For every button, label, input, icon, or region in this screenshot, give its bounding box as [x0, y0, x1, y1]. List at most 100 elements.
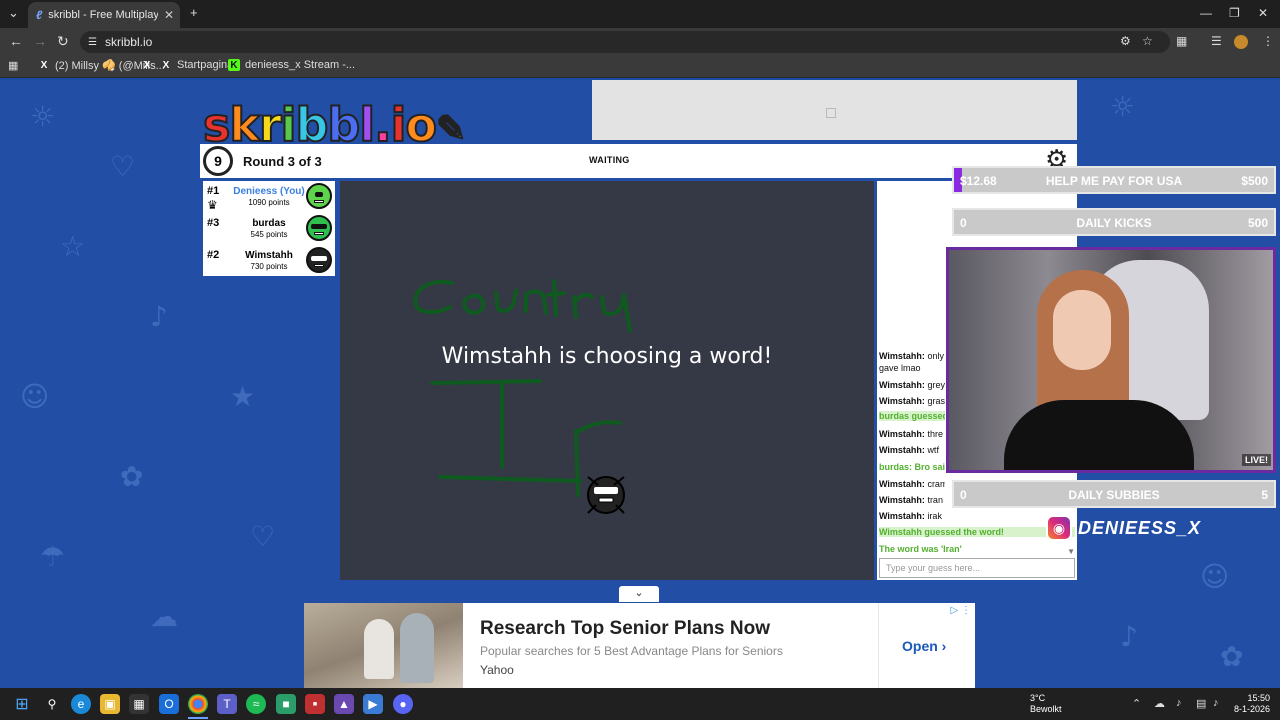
windows-start-icon[interactable]: ⊞ — [12, 694, 32, 714]
system-clock[interactable]: 15:50 8-1-2026 — [1230, 693, 1270, 715]
ad-title[interactable]: Research Top Senior Plans Now — [480, 618, 770, 640]
player-avatar-icon — [306, 183, 332, 209]
edge-icon[interactable]: e — [71, 694, 91, 714]
bookmark-label: denieess_x Stream -... — [245, 59, 356, 71]
chat-author: Wimstahh: — [879, 495, 925, 505]
back-icon[interactable]: ← — [9, 33, 23, 49]
crown-icon: ♛ — [207, 198, 218, 212]
chat-author: Wimstahh: — [879, 351, 925, 361]
network-icon[interactable]: ▤ — [1196, 697, 1206, 710]
chat-author: Wimstahh: — [879, 396, 925, 406]
live-badge: LIVE! — [1241, 454, 1271, 466]
kicks-goal-bar: 0 DAILY KICKS 500 — [952, 208, 1276, 236]
clock-time: 15:50 — [1247, 693, 1270, 703]
volume-icon[interactable]: ♪ — [1213, 697, 1219, 709]
onedrive-icon[interactable]: ☁ — [1154, 697, 1165, 710]
close-tab-icon[interactable]: ✕ — [164, 8, 180, 22]
spotify-icon[interactable]: ≈ — [246, 694, 266, 714]
ad-source: Yahoo — [480, 663, 514, 677]
player-avatar-icon — [306, 247, 332, 273]
drawing-canvas[interactable]: Wimstahh is choosing a word! — [340, 181, 874, 580]
doodle-note-icon: ♪ — [1120, 620, 1138, 653]
reading-list-icon[interactable]: ☰ — [1211, 34, 1222, 48]
tab-search-icon[interactable]: ⌄ — [8, 5, 19, 21]
subs-goal-bar: 0 DAILY SUBBIES 5 — [952, 480, 1276, 508]
site-info-icon[interactable]: ☰ — [88, 37, 97, 48]
previous-drawing — [413, 279, 632, 497]
file-explorer-icon[interactable]: ▣ — [100, 694, 120, 714]
bookmark-kick-stream[interactable]: K denieess_x Stream -... — [228, 59, 355, 71]
apps-grid-icon[interactable]: ▦ — [8, 59, 18, 72]
browser-tab[interactable]: ℓ skribbl - Free Multiplayer Draw... ✕ — [28, 2, 180, 28]
app-icon[interactable]: ■ — [276, 694, 296, 714]
chat-message: Wimstahh: only — [879, 351, 945, 361]
address-bar[interactable]: ☰ skribbl.io — [80, 31, 1170, 53]
chat-message: The word was 'Iran' — [879, 544, 1075, 554]
adchoices-icon[interactable]: ▷ ⋮ — [951, 605, 971, 616]
chat-text: wtf — [927, 445, 939, 455]
weather-widget[interactable]: 3°C Bewolkt — [1030, 693, 1062, 715]
timer-value: 9 — [214, 153, 222, 169]
ad-subtitle: Popular searches for 5 Best Advantage Pl… — [480, 644, 783, 658]
restore-icon[interactable]: ❐ — [1229, 6, 1240, 20]
chevron-right-icon: › — [941, 638, 947, 654]
doodle-umbrella-icon: ☂ — [40, 540, 66, 573]
translate-icon[interactable]: ⚙ — [1120, 34, 1131, 48]
chat-author: Wimstahh: — [879, 380, 925, 390]
instagram-icon: ◉ — [1046, 515, 1072, 541]
guess-input[interactable]: Type your guess here... — [879, 558, 1075, 578]
bottom-ad-banner[interactable]: Research Top Senior Plans Now Popular se… — [304, 603, 975, 688]
instagram-handle: DENIEESS_X — [1078, 517, 1202, 538]
player-points: 1090 points — [248, 198, 290, 207]
browser-tab-bar: ⌄ ℓ skribbl - Free Multiplayer Draw... ✕… — [0, 0, 1280, 28]
minimize-icon[interactable]: — — [1200, 6, 1212, 20]
chat-text: gras — [927, 396, 945, 406]
profile-avatar-icon[interactable] — [1234, 35, 1248, 52]
bookmark-label: Startpagina — [177, 59, 234, 71]
chrome-icon[interactable] — [188, 694, 208, 714]
chat-message: burdas: Bro said — [879, 462, 945, 472]
menu-kebab-icon[interactable]: ⋮ — [1262, 34, 1274, 48]
chat-scroll-down-icon[interactable]: ▼ — [1067, 547, 1075, 556]
tray-chevron-icon[interactable]: ⌃ — [1132, 697, 1141, 710]
discord-icon[interactable]: ● — [393, 694, 413, 714]
extensions-icon[interactable]: ▦ — [1176, 34, 1187, 48]
player-points: 730 points — [250, 262, 288, 271]
player-name: Denieess (You) — [233, 186, 305, 197]
new-tab-icon[interactable]: + — [190, 5, 198, 20]
goal-label: HELP ME PAY FOR USA — [1045, 174, 1183, 188]
teams-icon[interactable]: T — [217, 694, 237, 714]
doodle-heart-icon: ♡ — [110, 150, 136, 183]
app-red-icon[interactable]: ■ — [305, 694, 325, 714]
bookmark-startpagina[interactable]: X Startpagina — [160, 59, 234, 71]
x-icon: X — [143, 59, 151, 71]
bookmark-star-icon[interactable]: ☆ — [1142, 34, 1153, 48]
player-rank: #2 — [207, 249, 220, 261]
store-icon[interactable]: ▦ — [129, 694, 149, 714]
game-app-icon[interactable]: ▲ — [334, 694, 354, 714]
chat-message: Wimstahh: gras — [879, 396, 945, 406]
player-name: burdas — [252, 218, 286, 229]
doodle-cloud-icon: ☁ — [150, 600, 178, 633]
close-window-icon[interactable]: ✕ — [1258, 6, 1268, 20]
player-row[interactable]: #3 burdas 545 points — [203, 213, 335, 245]
forward-icon[interactable]: → — [33, 33, 47, 49]
player-points: 545 points — [250, 230, 288, 239]
reload-icon[interactable]: ↻ — [57, 33, 69, 50]
ad-collapse-chevron-icon[interactable]: ⌄ — [619, 586, 659, 602]
media-app-icon[interactable]: ▶ — [363, 694, 383, 714]
outlook-icon[interactable]: O — [159, 694, 179, 714]
ad-open-button[interactable]: Open › — [902, 638, 946, 654]
skribbl-favicon-icon: ℓ — [36, 8, 43, 22]
player-row[interactable]: #2 Wimstahh 730 points — [203, 245, 335, 277]
goal-target: 5 — [1261, 488, 1268, 502]
weather-desc: Bewolkt — [1030, 704, 1062, 714]
player-list: #1 ♛ Denieess (You) 1090 points #3 burda… — [203, 181, 335, 276]
chat-message: Wimstahh: wtf — [879, 445, 945, 455]
player-row[interactable]: #1 ♛ Denieess (You) 1090 points — [203, 181, 335, 213]
chat-text: tran — [927, 495, 943, 505]
chat-text: Bro said — [914, 462, 945, 472]
microphone-icon[interactable]: ♪ — [1176, 697, 1182, 709]
bookmark-x[interactable]: X — [141, 59, 153, 71]
search-icon[interactable]: ⚲ — [42, 694, 62, 714]
